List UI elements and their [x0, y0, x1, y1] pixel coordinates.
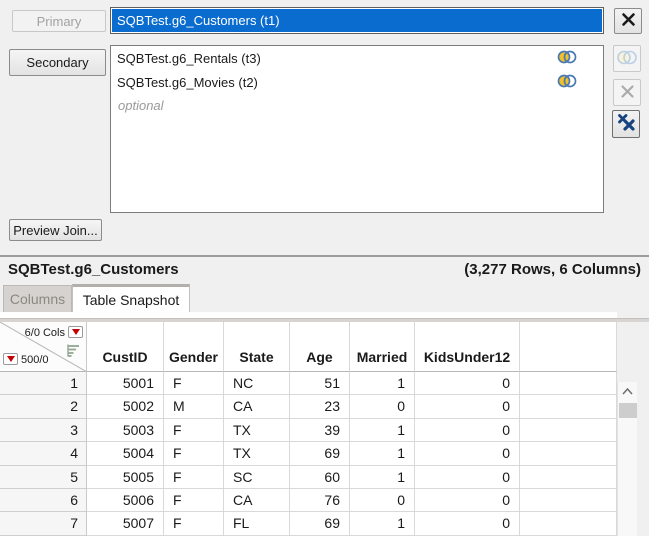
row-number: 2: [0, 395, 87, 418]
cell: 5004: [87, 442, 164, 465]
preview-join-button[interactable]: Preview Join...: [9, 219, 102, 241]
cell: 69: [290, 442, 350, 465]
cell: 0: [415, 419, 520, 442]
column-header-empty: [520, 322, 617, 372]
cell: F: [164, 512, 224, 535]
scrollbar-up-icon[interactable]: [618, 383, 637, 400]
column-header: Age: [290, 322, 350, 372]
cell: NC: [224, 372, 290, 395]
result-table-name: SQBTest.g6_Customers: [8, 261, 179, 278]
cell: 60: [290, 466, 350, 489]
cell: 5007: [87, 512, 164, 535]
edit-join-button[interactable]: [613, 45, 641, 72]
cell: 0: [415, 442, 520, 465]
table-corner-cell: 6/0 Cols 500/0: [0, 322, 87, 372]
snapshot-grid: 6/0 Cols 500/0 CustID Gender State Age: [0, 322, 617, 536]
section-divider: [0, 255, 649, 257]
column-header: State: [224, 322, 290, 372]
cell: F: [164, 466, 224, 489]
secondary-optional-placeholder: optional: [111, 94, 603, 117]
columns-panel-icon: [67, 344, 80, 360]
cell: 0: [415, 466, 520, 489]
row-number: 1: [0, 372, 87, 395]
cell: TX: [224, 442, 290, 465]
rows-counter: 500/0: [21, 354, 49, 366]
primary-table-selected-item[interactable]: SQBTest.g6_Customers (t1): [112, 9, 602, 32]
result-dimensions: (3,277 Rows, 6 Columns): [464, 261, 641, 278]
venn-join-icon[interactable]: [557, 50, 577, 67]
row-number: 4: [0, 442, 87, 465]
cell: 0: [350, 489, 415, 512]
close-icon: [620, 84, 635, 102]
cell: 1: [350, 419, 415, 442]
red-triangle-icon: [7, 356, 15, 362]
cell: F: [164, 442, 224, 465]
cell: 5003: [87, 419, 164, 442]
remove-primary-button[interactable]: [614, 8, 642, 34]
cell: FL: [224, 512, 290, 535]
secondary-tables-list[interactable]: SQBTest.g6_Rentals (t3) SQBTest.g6_Movie…: [110, 45, 604, 213]
column-header: KidsUnder12: [415, 322, 520, 372]
tab-columns[interactable]: Columns: [3, 285, 72, 312]
cell: F: [164, 419, 224, 442]
primary-table-field[interactable]: SQBTest.g6_Customers (t1): [110, 7, 604, 34]
remove-join-button[interactable]: [613, 79, 641, 106]
column-header: Married: [350, 322, 415, 372]
cell: TX: [224, 419, 290, 442]
row-number: 6: [0, 489, 87, 512]
double-x-icon: [617, 113, 636, 135]
cell: 1: [350, 442, 415, 465]
cell: 1: [350, 466, 415, 489]
columns-red-triangle-menu[interactable]: [68, 326, 83, 338]
cell: 76: [290, 489, 350, 512]
venn-join-icon[interactable]: [557, 74, 577, 91]
row-number: 7: [0, 512, 87, 535]
cell: F: [164, 372, 224, 395]
cell: 0: [350, 395, 415, 418]
cell: M: [164, 395, 224, 418]
rows-red-triangle-menu[interactable]: [3, 353, 18, 365]
cell: 5002: [87, 395, 164, 418]
vertical-scrollbar[interactable]: [617, 382, 637, 536]
close-icon: [621, 12, 636, 30]
cell: 51: [290, 372, 350, 395]
secondary-table-item[interactable]: SQBTest.g6_Rentals (t3): [111, 47, 603, 70]
secondary-table-label: SQBTest.g6_Rentals (t3): [117, 51, 261, 66]
scrollbar-thumb[interactable]: [619, 403, 637, 418]
red-triangle-icon: [72, 329, 80, 335]
secondary-table-item[interactable]: SQBTest.g6_Movies (t2): [111, 71, 603, 94]
cell: CA: [224, 489, 290, 512]
row-number: 5: [0, 466, 87, 489]
venn-join-icon: [616, 50, 638, 68]
table-snapshot-panel: 6/0 Cols 500/0 CustID Gender State Age: [0, 312, 649, 536]
column-header: Gender: [164, 322, 224, 372]
remove-all-joins-button[interactable]: [612, 110, 640, 138]
row-number: 3: [0, 419, 87, 442]
secondary-table-label: SQBTest.g6_Movies (t2): [117, 75, 258, 90]
cell: 0: [415, 372, 520, 395]
column-header: CustID: [87, 322, 164, 372]
cell: F: [164, 489, 224, 512]
tab-table-snapshot[interactable]: Table Snapshot: [72, 284, 190, 312]
cell: 1: [350, 372, 415, 395]
columns-counter: 6/0 Cols: [25, 327, 65, 339]
cell: 1: [350, 512, 415, 535]
primary-button[interactable]: Primary: [12, 10, 106, 32]
cell: CA: [224, 395, 290, 418]
cell: 0: [415, 489, 520, 512]
cell: 23: [290, 395, 350, 418]
cell: 5001: [87, 372, 164, 395]
cell: 0: [415, 395, 520, 418]
query-builder-join-panel: Primary SQBTest.g6_Customers (t1) Second…: [0, 0, 649, 536]
cell: 0: [415, 512, 520, 535]
cell: 5006: [87, 489, 164, 512]
cell: 5005: [87, 466, 164, 489]
cell: 69: [290, 512, 350, 535]
cell: SC: [224, 466, 290, 489]
cell: 39: [290, 419, 350, 442]
secondary-button[interactable]: Secondary: [9, 49, 106, 76]
